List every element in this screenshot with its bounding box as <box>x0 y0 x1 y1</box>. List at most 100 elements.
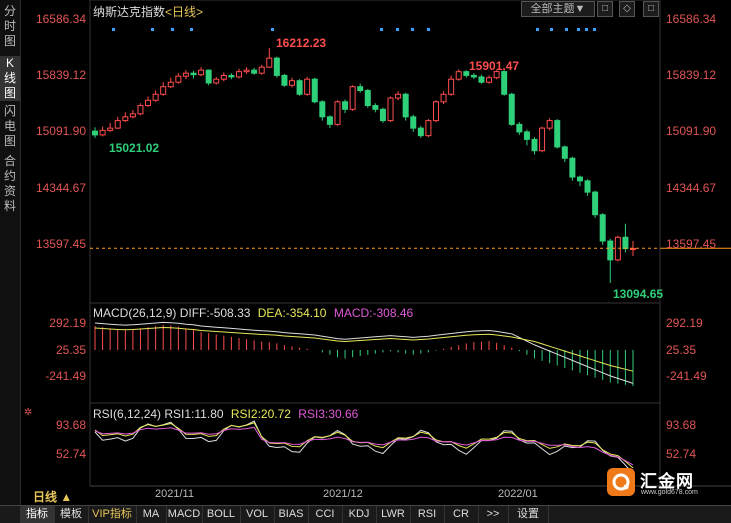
candle-body <box>311 78 318 103</box>
indicator-tab[interactable]: 模板 <box>54 506 89 523</box>
main-pane <box>89 0 661 304</box>
candle-body <box>554 120 561 148</box>
macd-value: MACD:-308.46 <box>333 306 414 320</box>
event-marker <box>585 28 588 31</box>
candle-body <box>425 120 432 137</box>
candle-body <box>501 71 508 95</box>
candle-body <box>592 191 599 216</box>
macd-dea-line <box>94 326 634 372</box>
rsi-header: RSI(6,12,24) RSI1:11.80 RSI2:20.72 RSI3:… <box>93 407 358 421</box>
candle-body <box>228 74 235 78</box>
candle-body <box>326 116 333 125</box>
indicator-tab[interactable]: VOL <box>240 506 275 523</box>
event-marker <box>593 28 596 31</box>
high-label-2: 15901.47 <box>469 59 520 73</box>
indicator-tab[interactable]: MA <box>136 506 167 523</box>
macd-dea: DEA:-354.10 <box>257 306 327 320</box>
gold678-logo-icon <box>607 468 635 496</box>
candle-body <box>395 93 402 99</box>
rsi-tick-right: 93.68 <box>666 418 697 432</box>
candle-body <box>470 74 477 78</box>
event-marker <box>577 28 580 31</box>
candle-body <box>364 89 371 107</box>
candle-body <box>266 57 273 68</box>
candle-body <box>584 180 591 193</box>
candle-body <box>92 130 98 136</box>
candle-body <box>630 248 636 251</box>
candle-body <box>546 120 553 129</box>
candle-body <box>281 74 288 86</box>
candle-body <box>561 146 568 159</box>
indicator-tab[interactable]: LWR <box>376 506 411 523</box>
logo-url: www.gold678.com <box>641 489 698 496</box>
candle-body <box>569 157 576 178</box>
price-tick-left: 15091.90 <box>35 124 86 139</box>
macd-tick-left: 292.19 <box>49 316 86 330</box>
price-tick-right: 15091.90 <box>666 124 717 139</box>
high-label-1: 16212.23 <box>276 36 327 50</box>
candle-body <box>198 69 205 76</box>
macd-header: MACD(26,12,9) DIFF:-508.33 DEA:-354.10 M… <box>93 306 413 320</box>
low-label-2: 13094.65 <box>613 287 664 301</box>
candle-body <box>440 93 447 103</box>
candle-body <box>235 71 242 78</box>
rsi-tick-left: 93.68 <box>55 418 86 432</box>
candle-body <box>122 116 129 122</box>
period-button[interactable]: 日线 ▲ <box>33 488 72 505</box>
rsi-tick-left: 52.74 <box>55 447 86 461</box>
indicator-tab[interactable]: >> <box>478 506 509 523</box>
indicator-tab[interactable]: MACD <box>166 506 203 523</box>
indicator-tab[interactable]: 指标 <box>20 506 55 523</box>
price-tick-left: 15839.12 <box>35 68 86 83</box>
indicator-tab[interactable]: 设置 <box>508 506 549 523</box>
event-marker <box>427 28 430 31</box>
candle-body <box>486 77 493 83</box>
candle-body <box>402 93 409 118</box>
event-marker <box>380 28 383 31</box>
candle-body <box>273 57 280 76</box>
price-tick-right: 15839.12 <box>666 68 717 83</box>
price-tick-right: 14344.67 <box>666 180 717 195</box>
candle-body <box>220 74 227 80</box>
macd-diff-line <box>94 321 634 384</box>
event-marker <box>112 28 115 31</box>
indicator-tab[interactable]: VIP指标 <box>88 506 137 523</box>
macd-tick-right: -241.49 <box>666 369 707 383</box>
indicator-tab-bar: 指标 模板 VIP指标 MA MACD BOLL VOL BIAS CCI KDJ LWR RSI CR… <box>0 505 731 523</box>
candle-body <box>357 86 364 91</box>
macd-tick-left: 25.35 <box>55 343 86 357</box>
candle-body <box>508 93 515 125</box>
indicator-tab[interactable]: BIAS <box>274 506 309 523</box>
kline-chart[interactable] <box>0 0 731 505</box>
price-tick-right: 16586.34 <box>666 12 717 26</box>
settings-dot-icon[interactable]: ✲ <box>24 407 32 418</box>
indicator-tab[interactable]: RSI <box>410 506 445 523</box>
candle-body <box>349 86 356 110</box>
event-marker <box>565 28 568 31</box>
candle-body <box>622 236 629 250</box>
indicator-tab[interactable]: CCI <box>308 506 343 523</box>
candle-body <box>167 81 174 88</box>
candle-body <box>304 78 311 95</box>
rsi1-value: RSI1:11.80 <box>164 407 224 421</box>
candle-body <box>531 138 538 152</box>
price-tick-left: 13597.45 <box>35 237 86 251</box>
candle-body <box>516 123 523 133</box>
candle-body <box>137 105 144 115</box>
date-label: 2022/01 <box>498 488 538 500</box>
candle-body <box>182 72 189 77</box>
candle-body <box>107 127 114 131</box>
candle-body <box>576 176 583 182</box>
indicator-tab[interactable]: BOLL <box>202 506 241 523</box>
candle-body <box>455 71 462 80</box>
price-tick-left: 14344.67 <box>35 180 86 195</box>
candle-body <box>379 108 386 122</box>
indicator-tab[interactable]: CR <box>444 506 479 523</box>
candle-body <box>372 105 379 110</box>
event-marker <box>190 28 193 31</box>
indicator-tab[interactable]: KDJ <box>342 506 377 523</box>
candle-body <box>432 101 439 122</box>
candle-body <box>334 101 341 125</box>
candle-body <box>145 99 152 107</box>
event-marker <box>171 28 174 31</box>
